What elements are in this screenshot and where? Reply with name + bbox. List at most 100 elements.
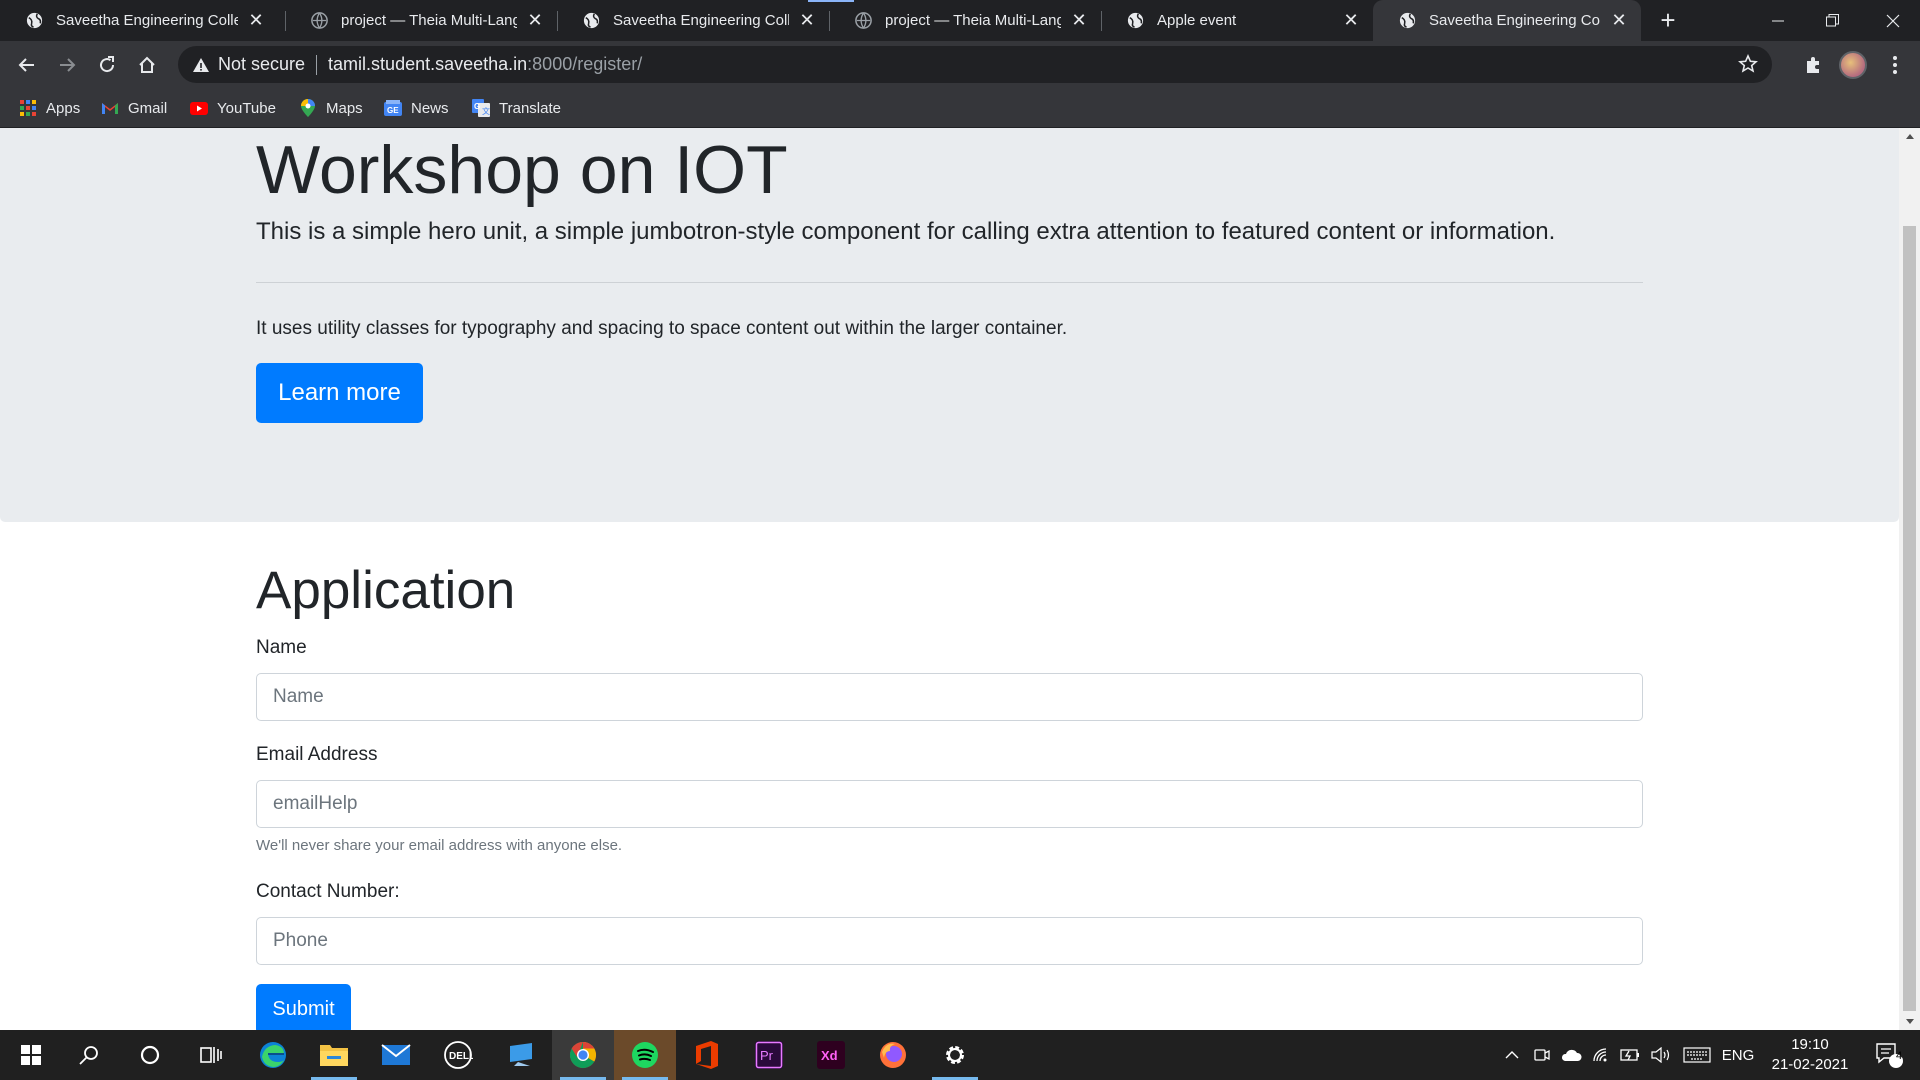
scroll-up-arrow[interactable] bbox=[1899, 128, 1920, 145]
bookmark-news[interactable]: GE News bbox=[384, 96, 449, 120]
apps-grid-icon bbox=[19, 99, 37, 117]
svg-text:Xd: Xd bbox=[821, 1048, 838, 1063]
tab-saveetha-active[interactable]: Saveetha Engineering College ✕ bbox=[1373, 0, 1641, 41]
arrow-left-icon bbox=[18, 58, 34, 72]
restore-icon bbox=[1826, 14, 1839, 27]
profile-avatar[interactable] bbox=[1839, 51, 1867, 79]
bookmark-label: YouTube bbox=[217, 99, 276, 117]
close-tab-icon[interactable]: ✕ bbox=[1069, 10, 1089, 31]
browser-toolbar: Not secure tamil.student.saveetha.in:800… bbox=[0, 41, 1920, 88]
show-hidden-icons-button[interactable] bbox=[1500, 1030, 1524, 1080]
bookmark-translate[interactable]: G文 Translate bbox=[472, 96, 561, 120]
phone-input[interactable] bbox=[256, 917, 1643, 965]
address-bar[interactable]: Not secure tamil.student.saveetha.in:800… bbox=[178, 46, 1772, 83]
chevron-up-icon bbox=[1505, 1051, 1519, 1059]
bookmark-star-icon[interactable] bbox=[1738, 54, 1758, 74]
windows-taskbar: DELL Pr Xd ENG 19:10 21-02-2021 4 bbox=[0, 1030, 1920, 1080]
url-divider bbox=[316, 54, 318, 75]
clock[interactable]: 19:10 21-02-2021 bbox=[1760, 1035, 1860, 1075]
tab-theia-2[interactable]: project — Theia Multi-Language ✕ bbox=[829, 0, 1101, 41]
close-tab-icon[interactable]: ✕ bbox=[797, 10, 817, 31]
task-view-icon bbox=[200, 1047, 222, 1063]
bookmark-youtube[interactable]: YouTube bbox=[190, 96, 276, 120]
tab-title: project — Theia Multi-Language bbox=[885, 12, 1061, 29]
forward-button[interactable] bbox=[51, 49, 83, 81]
url-host[interactable]: tamil.student.saveetha.in bbox=[328, 54, 527, 75]
minimize-button[interactable] bbox=[1750, 0, 1805, 41]
close-tab-icon[interactable]: ✕ bbox=[246, 10, 266, 31]
task-view-button[interactable] bbox=[180, 1030, 242, 1080]
edge-taskbar-button[interactable] bbox=[242, 1030, 304, 1080]
bookmarks-bar: Apps Gmail YouTube Maps GE News G文 Trans… bbox=[0, 88, 1920, 128]
scroll-thumb[interactable] bbox=[1903, 226, 1916, 1011]
learn-more-button[interactable]: Learn more bbox=[256, 363, 423, 423]
bookmark-apps[interactable]: Apps bbox=[19, 96, 80, 120]
battery-button[interactable] bbox=[1618, 1030, 1644, 1080]
office-taskbar-button[interactable] bbox=[676, 1030, 738, 1080]
reload-button[interactable] bbox=[91, 49, 123, 81]
xd-icon: Xd bbox=[817, 1041, 845, 1069]
close-tab-icon[interactable]: ✕ bbox=[525, 10, 545, 31]
bookmark-maps[interactable]: Maps bbox=[299, 96, 363, 120]
restore-button[interactable] bbox=[1805, 0, 1860, 41]
hero-lead: This is a simple hero unit, a simple jum… bbox=[256, 218, 1556, 245]
input-language-indicator[interactable]: ENG bbox=[1718, 1030, 1758, 1080]
xd-taskbar-button[interactable]: Xd bbox=[800, 1030, 862, 1080]
tab-saveetha-2[interactable]: Saveetha Engineering College ✕ bbox=[557, 0, 829, 41]
cortana-button[interactable] bbox=[119, 1030, 181, 1080]
premiere-taskbar-button[interactable]: Pr bbox=[738, 1030, 800, 1080]
scroll-down-arrow[interactable] bbox=[1899, 1013, 1920, 1030]
chrome-taskbar-button[interactable] bbox=[552, 1030, 614, 1080]
youtube-icon bbox=[190, 99, 208, 117]
file-explorer-taskbar-button[interactable] bbox=[303, 1030, 365, 1080]
spotify-taskbar-button[interactable] bbox=[614, 1030, 676, 1080]
clock-time: 19:10 bbox=[1791, 1036, 1829, 1053]
globe-icon bbox=[583, 12, 600, 29]
bookmark-gmail[interactable]: Gmail bbox=[101, 96, 167, 120]
onedrive-button[interactable] bbox=[1558, 1030, 1584, 1080]
globe-icon bbox=[1399, 12, 1416, 29]
extensions-button[interactable] bbox=[1797, 49, 1829, 81]
firefox-taskbar-button[interactable] bbox=[862, 1030, 924, 1080]
minimize-icon bbox=[1771, 20, 1784, 21]
meet-now-button[interactable] bbox=[1530, 1030, 1554, 1080]
tab-title: Saveetha Engineering College bbox=[1429, 12, 1601, 29]
name-input[interactable] bbox=[256, 673, 1643, 721]
tab-theia-1[interactable]: project — Theia Multi-Language ✕ bbox=[285, 0, 557, 41]
email-input[interactable] bbox=[256, 780, 1643, 828]
start-button[interactable] bbox=[0, 1030, 62, 1080]
keyboard-icon bbox=[1683, 1047, 1711, 1063]
touch-keyboard-button[interactable] bbox=[1680, 1030, 1714, 1080]
news-icon: GE bbox=[384, 99, 402, 117]
dell-taskbar-button[interactable]: DELL bbox=[427, 1030, 489, 1080]
close-window-button[interactable] bbox=[1865, 0, 1920, 41]
volume-button[interactable] bbox=[1648, 1030, 1674, 1080]
settings-taskbar-button[interactable] bbox=[924, 1030, 986, 1080]
mail-taskbar-button[interactable] bbox=[365, 1030, 427, 1080]
url-path[interactable]: :8000/register/ bbox=[527, 54, 642, 75]
tab-saveetha-1[interactable]: Saveetha Engineering College ✕ bbox=[0, 0, 278, 41]
office-icon bbox=[696, 1041, 718, 1069]
maps-icon bbox=[299, 99, 317, 117]
submit-button[interactable]: Submit bbox=[256, 984, 351, 1030]
settings-icon bbox=[946, 1046, 964, 1064]
warning-triangle-icon bbox=[193, 57, 209, 72]
close-tab-icon[interactable]: ✕ bbox=[1609, 10, 1629, 31]
new-tab-button[interactable]: + bbox=[1654, 6, 1682, 34]
remote-desktop-taskbar-button[interactable] bbox=[490, 1030, 552, 1080]
page-scrollbar[interactable] bbox=[1899, 128, 1920, 1030]
wifi-button[interactable] bbox=[1588, 1030, 1614, 1080]
tab-apple-event[interactable]: Apple event ✕ bbox=[1101, 0, 1373, 41]
notification-count-badge: 4 bbox=[1895, 1050, 1903, 1062]
back-button[interactable] bbox=[11, 49, 43, 81]
close-tab-icon[interactable]: ✕ bbox=[1341, 10, 1361, 31]
windows-logo-icon bbox=[21, 1045, 41, 1065]
tab-strip: Saveetha Engineering College ✕ project —… bbox=[0, 0, 1920, 41]
action-center-button[interactable]: 4 bbox=[1864, 1030, 1914, 1080]
home-button[interactable] bbox=[131, 49, 163, 81]
phone-label: Contact Number: bbox=[256, 881, 400, 902]
security-status-label[interactable]: Not secure bbox=[218, 54, 305, 75]
file-explorer-icon bbox=[320, 1045, 348, 1066]
browser-menu-button[interactable] bbox=[1880, 49, 1910, 81]
search-button[interactable] bbox=[58, 1030, 120, 1080]
